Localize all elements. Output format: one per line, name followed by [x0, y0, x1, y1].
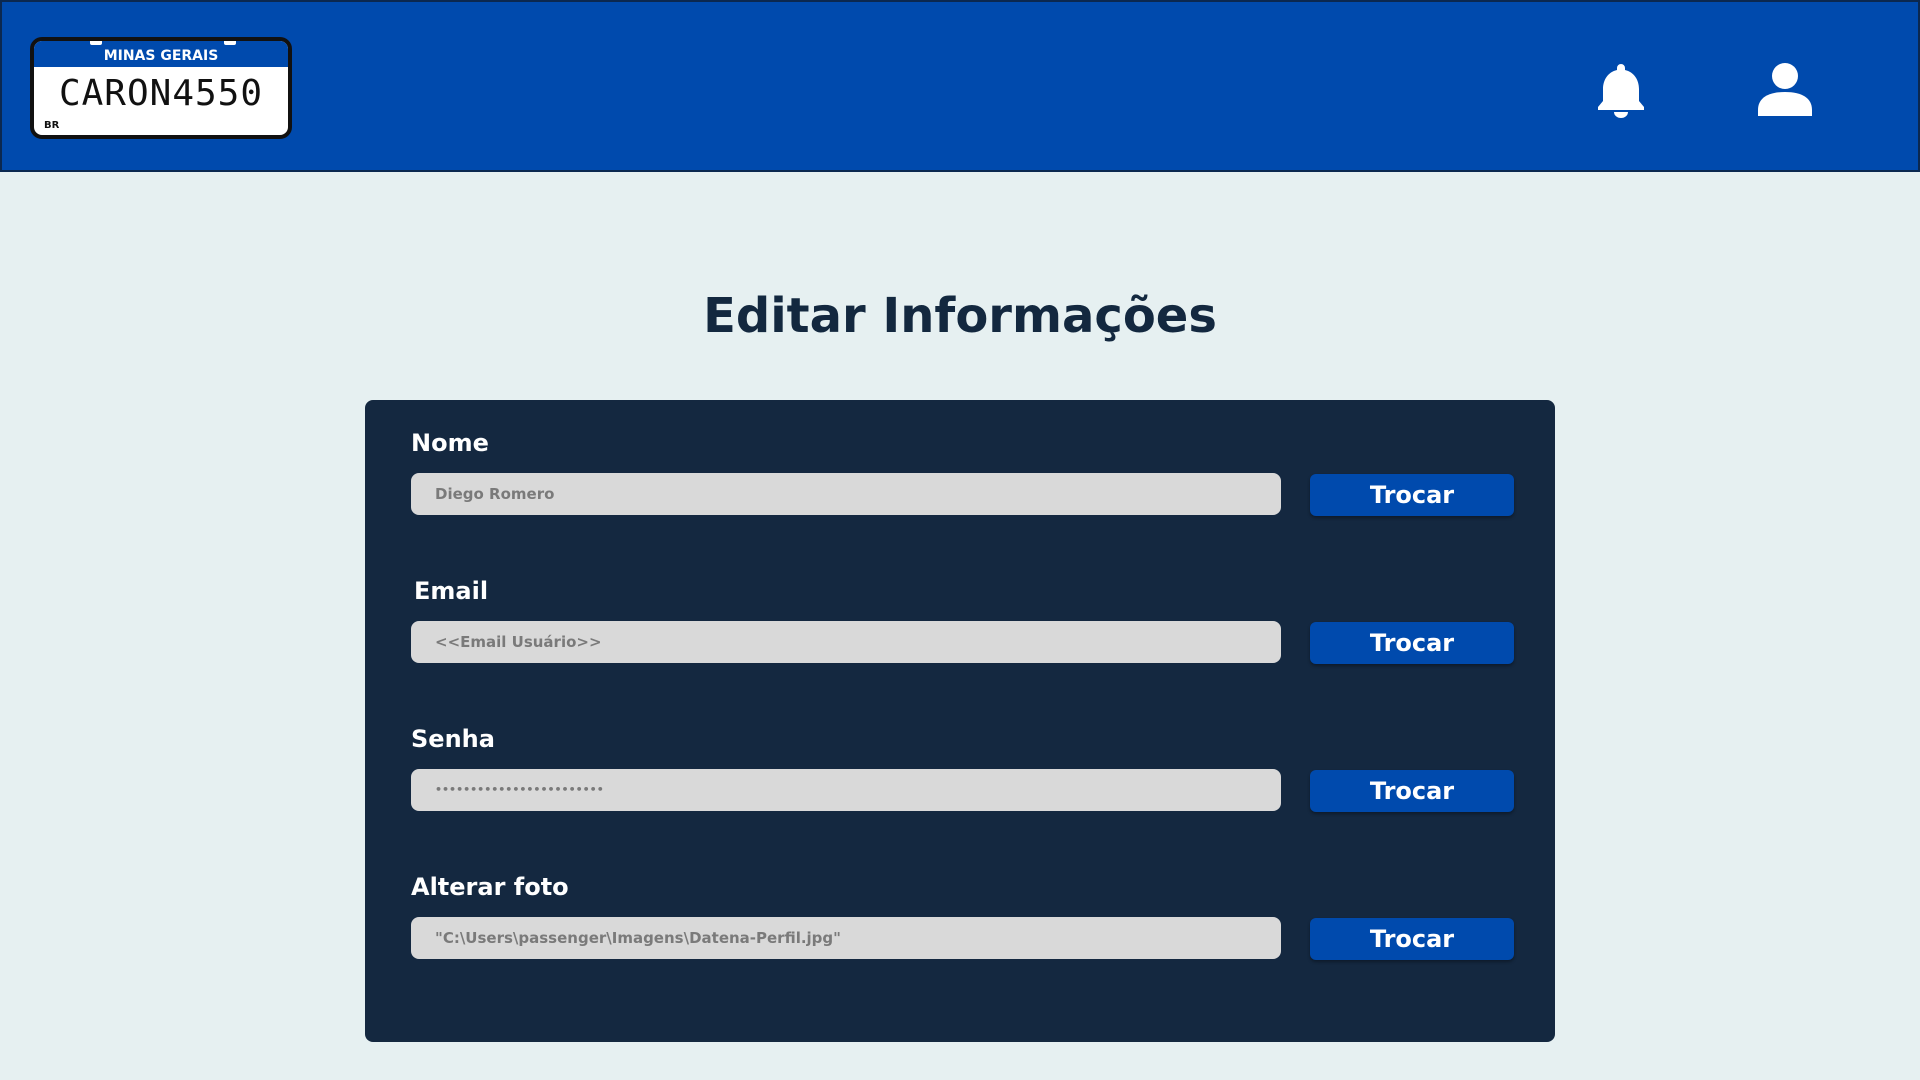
- photo-path-field[interactable]: "C:\Users\passenger\Imagens\Datena-Perfi…: [411, 917, 1281, 959]
- name-label: Nome: [411, 429, 489, 457]
- change-password-button[interactable]: Trocar: [1310, 770, 1514, 812]
- user-icon[interactable]: [1756, 62, 1814, 116]
- top-bar: MINAS GERAIS CARON4550 BR: [0, 0, 1920, 172]
- password-field[interactable]: ••••••••••••••••••••••••: [411, 769, 1281, 811]
- change-email-button[interactable]: Trocar: [1310, 622, 1514, 664]
- bell-icon[interactable]: [1596, 62, 1646, 118]
- plate-hole-left: [90, 41, 102, 45]
- email-label: Email: [414, 577, 489, 605]
- photo-label: Alterar foto: [411, 873, 569, 901]
- plate-state: MINAS GERAIS: [103, 48, 219, 64]
- name-field[interactable]: Diego Romero: [411, 473, 1281, 515]
- plate-number: CARON4550: [58, 73, 264, 114]
- plate-hole-right: [224, 41, 236, 45]
- logo-license-plate[interactable]: MINAS GERAIS CARON4550 BR: [30, 37, 292, 139]
- password-label: Senha: [411, 725, 495, 753]
- plate-country: BR: [44, 120, 60, 131]
- page-title: Editar Informações: [703, 288, 1217, 344]
- plate-state-band: MINAS GERAIS: [34, 41, 288, 67]
- email-field[interactable]: <<Email Usuário>>: [411, 621, 1281, 663]
- edit-form-card: Nome Diego Romero Trocar Email <<Email U…: [365, 400, 1555, 1042]
- change-name-button[interactable]: Trocar: [1310, 474, 1514, 516]
- change-photo-button[interactable]: Trocar: [1310, 918, 1514, 960]
